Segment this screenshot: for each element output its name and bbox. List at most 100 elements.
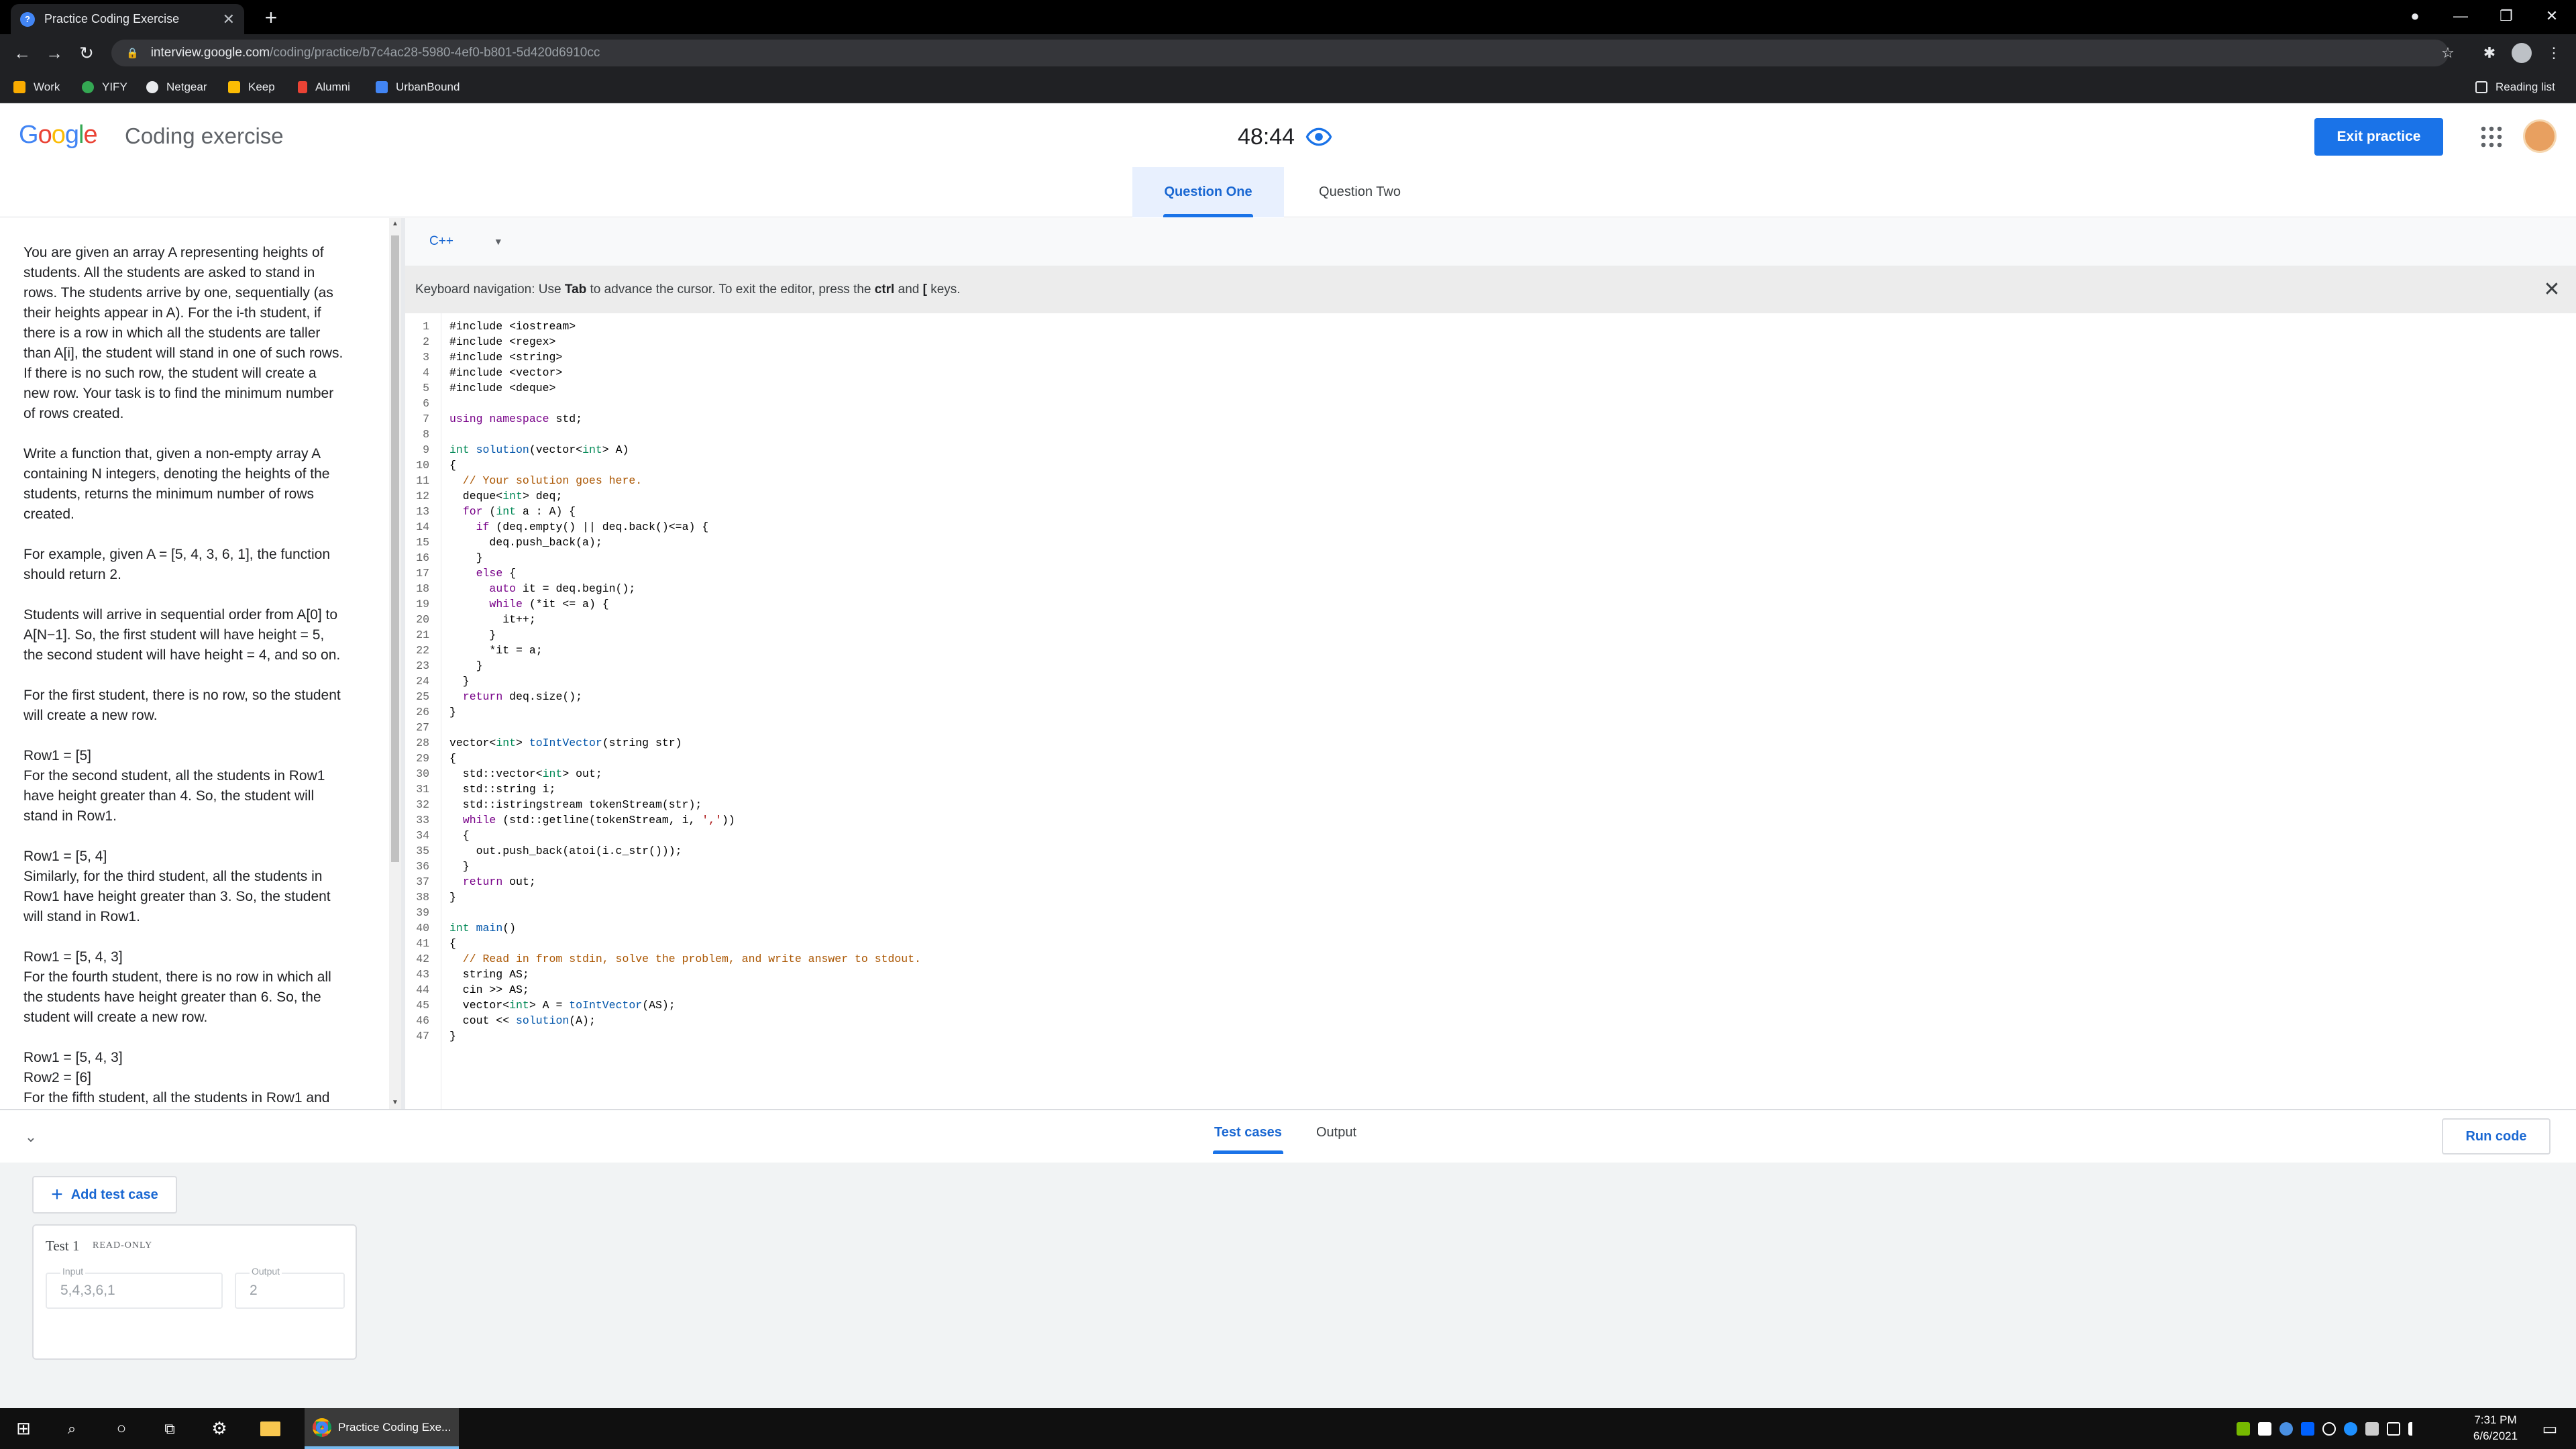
code-line[interactable]: 21 } [405,627,2576,643]
code-line[interactable]: 28 vector<int> toIntVector(string str) [405,735,2576,751]
profile-avatar-icon[interactable] [2509,40,2534,66]
code-line[interactable]: 18 auto it = deq.begin(); [405,581,2576,596]
nvidia-icon[interactable] [2237,1421,2250,1436]
bookmark-netgear[interactable]: Netgear [146,71,207,103]
code-line[interactable]: 38} [405,890,2576,905]
code-line[interactable]: 33 while (std::getline(tokenStream, i, '… [405,812,2576,828]
reload-icon[interactable]: ↻ [74,40,99,66]
close-tab-icon[interactable]: ✕ [223,11,235,28]
taskbar-clock[interactable]: 7:31 PM 6/6/2021 [2449,1412,2542,1444]
file-explorer-icon[interactable] [254,1408,287,1449]
add-test-case-button[interactable]: + Add test case [32,1176,177,1214]
bookmark-alumni[interactable]: Alumni [298,71,350,103]
taskbar-chrome-app[interactable]: Practice Coding Exe... [305,1408,459,1449]
tab-output[interactable]: Output [1316,1125,1356,1140]
code-line[interactable]: 15 deq.push_back(a); [405,535,2576,550]
tab-test-cases[interactable]: Test cases [1213,1125,1283,1154]
code-line[interactable]: 43 string AS; [405,967,2576,982]
code-line[interactable]: 6 [405,396,2576,411]
code-line[interactable]: 44 cin >> AS; [405,982,2576,998]
code-line[interactable]: 16 } [405,550,2576,566]
close-hint-icon[interactable]: ✕ [2540,277,2564,301]
code-line[interactable]: 5 #include <deque> [405,380,2576,396]
restore-button[interactable]: ❐ [2483,0,2529,32]
code-line[interactable]: 41 { [405,936,2576,951]
code-line[interactable]: 20 it++; [405,612,2576,627]
code-line[interactable]: 7 using namespace std; [405,411,2576,427]
bluetooth-icon[interactable] [2344,1421,2357,1436]
exit-practice-button[interactable]: Exit practice [2314,118,2443,156]
code-line[interactable]: 10 { [405,458,2576,473]
settings-gear-icon[interactable]: ⚙ [203,1408,236,1449]
extensions-icon[interactable]: ✱ [2477,40,2502,66]
code-line[interactable]: 32 std::istringstream tokenStream(str); [405,797,2576,812]
cortana-icon[interactable]: ○ [105,1408,138,1449]
browser-tab[interactable]: ? Practice Coding Exercise ✕ [11,4,244,34]
code-line[interactable]: 40 int main() [405,920,2576,936]
volume-icon[interactable] [2408,1421,2422,1436]
code-line[interactable]: 30 std::vector<int> out; [405,766,2576,782]
code-line[interactable]: 22 *it = a; [405,643,2576,658]
bookmark-work[interactable]: Work [13,71,60,103]
collapse-chevron-icon[interactable]: ⌄ [19,1125,43,1149]
code-line[interactable]: 39 [405,905,2576,920]
sync-icon[interactable] [2322,1421,2336,1436]
code-line[interactable]: 35 out.push_back(atoi(i.c_str())); [405,843,2576,859]
code-line[interactable]: 27 [405,720,2576,735]
code-content[interactable]: 1 #include <iostream> 2 #include <regex> 3 #i… [405,319,2576,1044]
start-windows-icon[interactable]: ⊞ [7,1408,40,1449]
code-line[interactable]: 13 for (int a : A) { [405,504,2576,519]
description-scrollbar[interactable]: ▲ ▼ [389,218,401,1109]
notification-icon[interactable]: ▭ [2538,1417,2561,1440]
code-line[interactable]: 46 cout << solution(A); [405,1013,2576,1028]
code-line[interactable]: 8 [405,427,2576,442]
code-line[interactable]: 36 } [405,859,2576,874]
code-line[interactable]: 12 deque<int> deq; [405,488,2576,504]
apps-grid-icon[interactable] [2479,125,2504,149]
shield-icon[interactable] [2365,1421,2379,1436]
code-line[interactable]: 11 // Your solution goes here. [405,473,2576,488]
tab-question-two[interactable]: Question Two [1284,167,1436,217]
code-line[interactable]: 1 #include <iostream> [405,319,2576,334]
code-line[interactable]: 42 // Read in from stdin, solve the prob… [405,951,2576,967]
scroll-up-icon[interactable]: ▲ [389,218,401,230]
search-icon[interactable]: ⌕ [55,1408,89,1449]
user-avatar[interactable] [2523,119,2557,153]
code-line[interactable]: 9 int solution(vector<int> A) [405,442,2576,458]
eye-icon[interactable] [1305,123,1332,150]
address-bar[interactable]: 🔒 interview.google.com/coding/practice/b… [111,40,2449,66]
reading-list-button[interactable]: Reading list [2475,71,2555,103]
task-view-icon[interactable]: ⧉ [153,1408,186,1449]
problem-description-panel[interactable]: You are given an array A representing he… [0,218,389,1109]
dropbox-icon[interactable] [2301,1421,2314,1436]
code-line[interactable]: 37 return out; [405,874,2576,890]
language-select[interactable]: C++ ▼ [429,234,503,249]
browser-menu-icon[interactable]: ⋮ [2541,40,2567,66]
code-line[interactable]: 2 #include <regex> [405,334,2576,350]
scrollbar-thumb[interactable] [391,235,399,862]
bookmark-star-icon[interactable]: ☆ [2435,40,2461,66]
bookmark-keep[interactable]: Keep [228,71,275,103]
code-line[interactable]: 34 { [405,828,2576,843]
code-line[interactable]: 26} [405,704,2576,720]
code-line[interactable]: 17 else { [405,566,2576,581]
forward-icon[interactable]: → [42,40,67,66]
system-tray[interactable] [2237,1408,2478,1449]
bookmark-yify[interactable]: YIFY [82,71,127,103]
code-line[interactable]: 47} [405,1028,2576,1044]
code-line[interactable]: 45 vector<int> A = toIntVector(AS); [405,998,2576,1013]
tray-app-icon[interactable] [2258,1421,2271,1436]
new-tab-button[interactable]: + [258,4,284,31]
code-line[interactable]: 24 } [405,674,2576,689]
back-icon[interactable]: ← [9,40,35,66]
profile-download-icon[interactable]: ● [2392,0,2438,32]
code-line[interactable]: 29 { [405,751,2576,766]
onedrive-icon[interactable] [2279,1421,2293,1436]
code-line[interactable]: 3 #include <string> [405,350,2576,365]
scroll-down-icon[interactable]: ▼ [389,1097,401,1109]
minimize-button[interactable]: — [2438,0,2483,32]
network-icon[interactable] [2387,1421,2400,1436]
tab-question-one[interactable]: Question One [1132,167,1284,217]
code-line[interactable]: 4 #include <vector> [405,365,2576,380]
code-line[interactable]: 23 } [405,658,2576,674]
